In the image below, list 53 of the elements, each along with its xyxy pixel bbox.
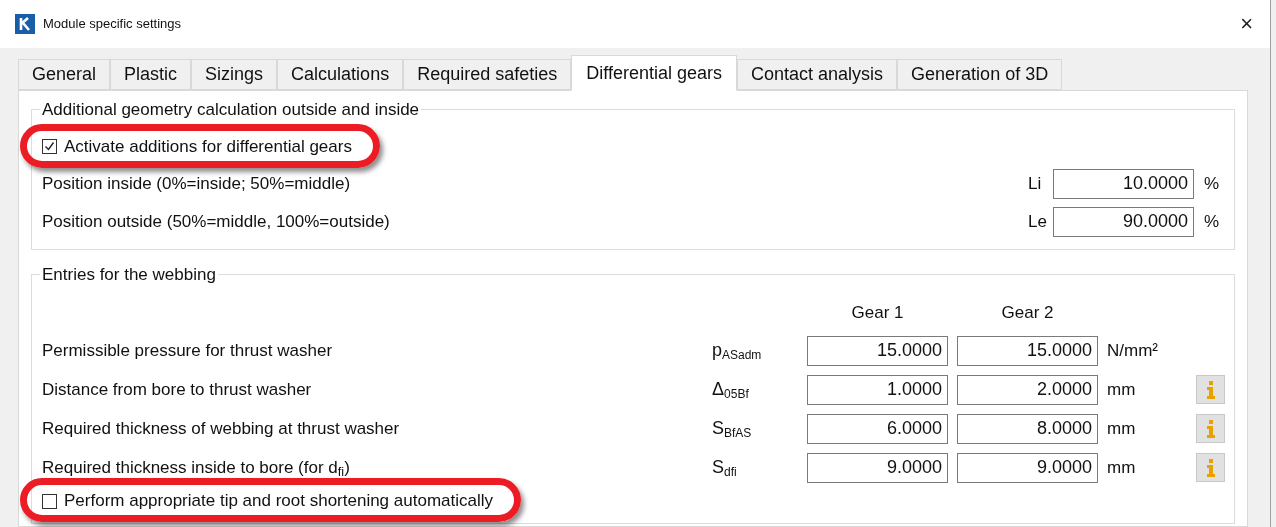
tab[interactable]: Differential gears: [571, 55, 737, 91]
input-field[interactable]: 15.0000: [957, 335, 1098, 366]
field-label: Permissible pressure for thrust washer: [42, 339, 334, 362]
group-title: Additional geometry calculation outside and inside: [41, 99, 421, 121]
tab[interactable]: Plastic: [110, 59, 192, 90]
field-label: Position outside (50%=middle, 100%=outside): [42, 210, 390, 233]
symbol-label: Le: [1028, 210, 1048, 233]
input-field[interactable]: 8.0000: [957, 413, 1098, 444]
unit-label: mm: [1107, 417, 1137, 440]
tab[interactable]: Required safeties: [403, 59, 572, 90]
unit-label: mm: [1107, 378, 1137, 401]
symbol-label: S$_{dfi}$: [712, 456, 738, 481]
close-button[interactable]: ×: [1240, 13, 1253, 35]
tab[interactable]: Sizings: [191, 59, 278, 90]
info-icon: [1205, 380, 1216, 399]
input-field[interactable]: 15.0000: [807, 335, 948, 366]
tab[interactable]: Generation of 3D: [897, 59, 1063, 90]
unit-label: %: [1204, 172, 1220, 195]
input-field[interactable]: 9.0000: [807, 452, 948, 483]
symbol-label: Δ$_{05Bf}$: [712, 378, 750, 403]
symbol-label: Li: [1028, 172, 1043, 195]
input-field[interactable]: 2.0000: [957, 374, 1098, 405]
input-field[interactable]: 10.0000: [1053, 168, 1194, 199]
group-title: Entries for the webbing: [41, 263, 217, 286]
checkbox[interactable]: [42, 139, 57, 154]
app-logo-icon: [15, 14, 35, 34]
tab[interactable]: General: [18, 59, 111, 90]
symbol-label: S$_{BfAS}$: [712, 417, 753, 442]
input-field[interactable]: 1.0000: [807, 374, 948, 405]
checkbox-label: Perform appropriate tip and root shortening automatically: [64, 490, 493, 513]
field-label: Distance from bore to thrust washer: [42, 378, 313, 401]
tab[interactable]: Contact analysis: [737, 59, 898, 90]
info-button[interactable]: [1196, 414, 1225, 443]
input-field[interactable]: 6.0000: [807, 413, 948, 444]
unit-label: N/mm²: [1107, 339, 1159, 362]
input-field[interactable]: 90.0000: [1053, 206, 1194, 237]
unit-label: %: [1204, 210, 1220, 233]
symbol-label: p$_{ASadm}$: [712, 339, 763, 364]
window-title: Module specific settings: [43, 15, 181, 34]
field-label: Required thickness inside to bore (for d$_{fi}$): [42, 456, 351, 481]
info-button[interactable]: [1196, 375, 1225, 404]
checkbox[interactable]: [42, 493, 57, 509]
field-label: Required thickness of webbing at thrust washer: [42, 417, 401, 440]
info-icon: [1205, 458, 1216, 477]
input-field[interactable]: 9.0000: [957, 452, 1098, 483]
tab[interactable]: Calculations: [277, 59, 404, 90]
column-header: Gear 2: [1000, 302, 1055, 325]
column-header: Gear 1: [850, 302, 905, 325]
field-label: Position inside (0%=inside; 50%=middle): [42, 172, 351, 195]
checkbox-label: Activate additions for differential gears: [64, 135, 352, 158]
unit-label: mm: [1107, 456, 1137, 479]
info-button[interactable]: [1196, 453, 1225, 482]
info-icon: [1205, 419, 1216, 438]
